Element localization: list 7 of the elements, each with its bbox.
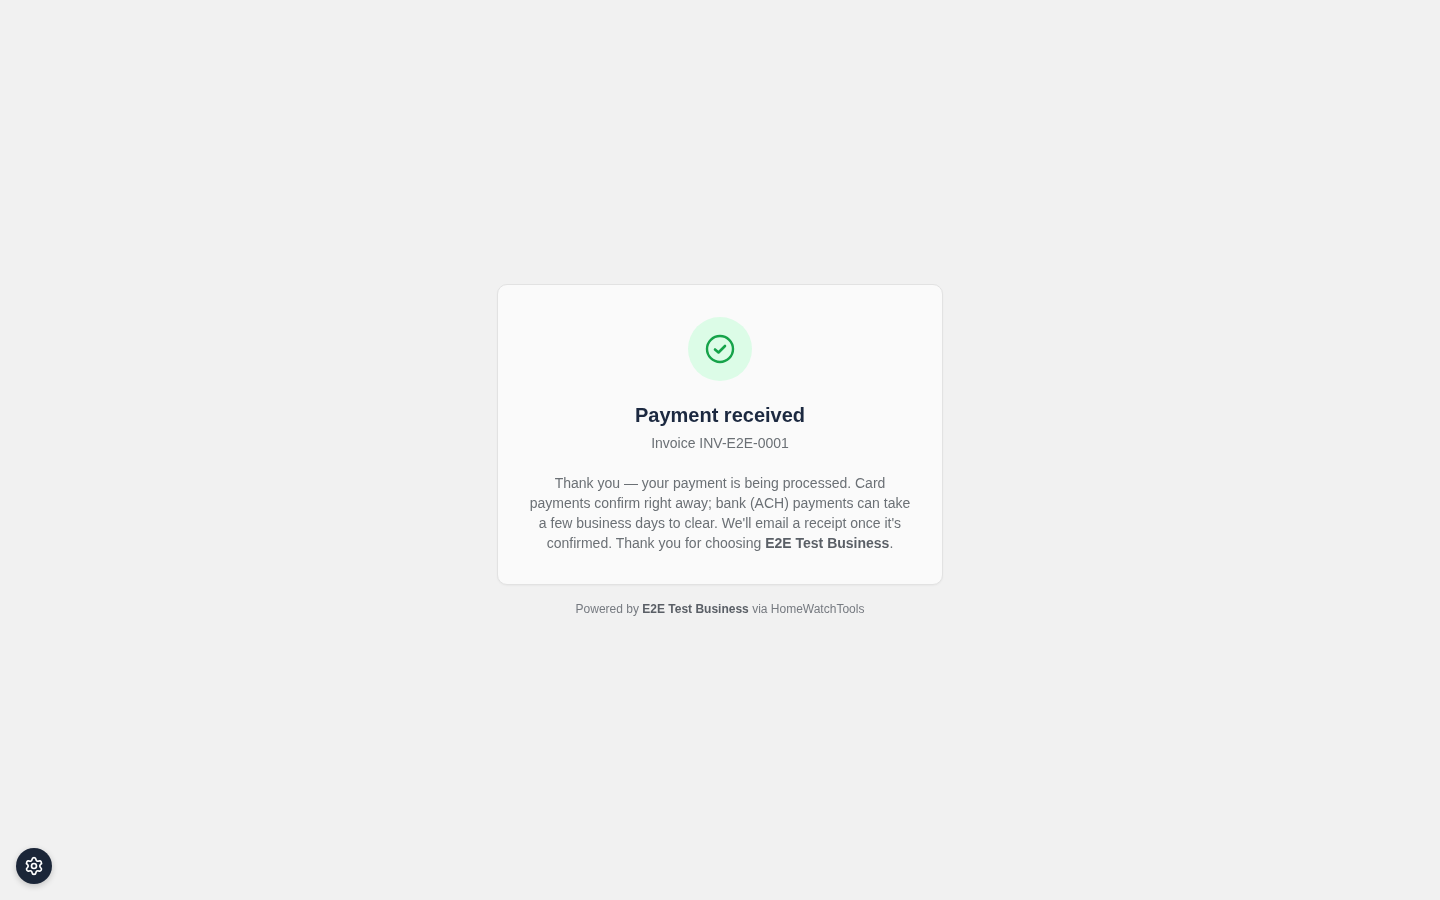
invoice-number: Invoice INV-E2E-0001 (651, 433, 789, 453)
settings-button[interactable] (16, 848, 52, 884)
settings-icon (24, 856, 44, 876)
check-circle-icon (688, 316, 752, 381)
page-title: Payment received (634, 402, 806, 428)
confirmation-message: Thank you — your payment is being processed. Card payments confirm right away; bank (ACH) payments can take a few business days to clear. We'll email a receipt once it's confirmed. Thank you for choosing E2E Test Business. (528, 473, 912, 553)
footer-text: Powered by E2E Test Business via HomeWatchTools (575, 600, 865, 617)
